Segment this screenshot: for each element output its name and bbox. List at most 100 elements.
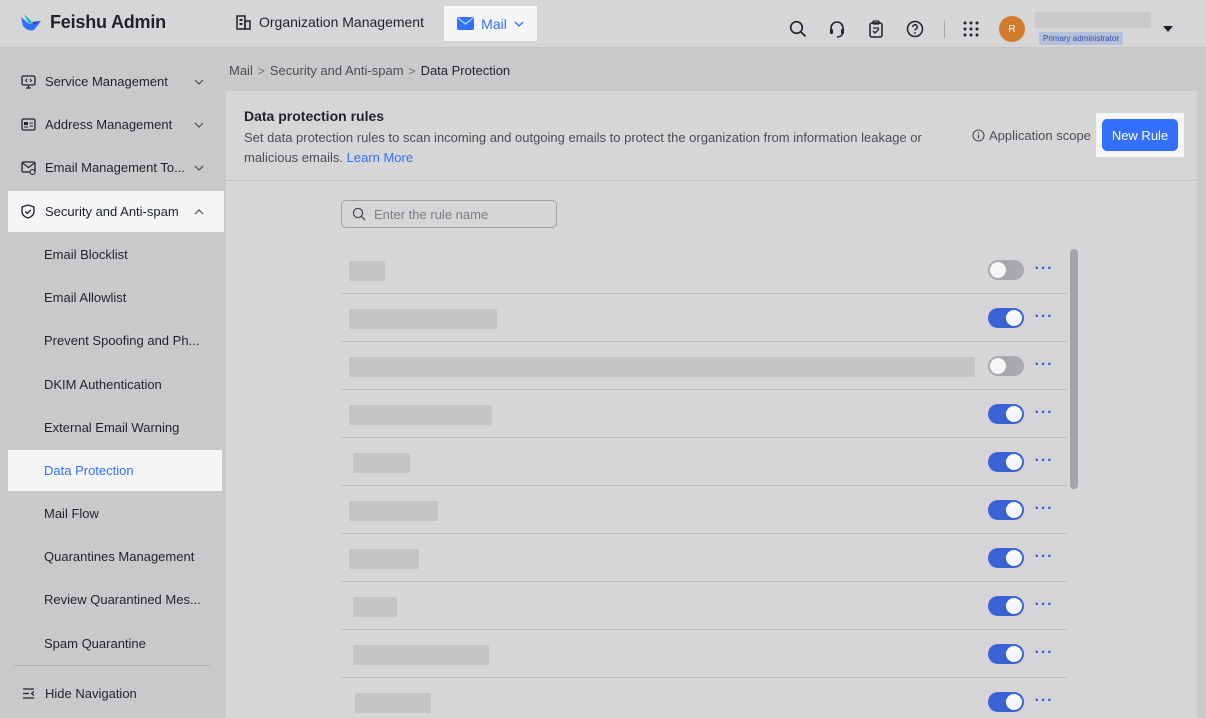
nav-mail-label: Mail <box>481 15 507 32</box>
mail-settings-icon <box>20 160 36 176</box>
feishu-logo-icon <box>21 13 41 30</box>
toolbar-divider <box>944 20 945 38</box>
top-toolbar: R Primary administrator <box>786 12 1173 46</box>
more-options-icon[interactable]: ··· <box>1034 355 1054 375</box>
sidebar-subitem-dkim-authentication[interactable]: DKIM Authentication <box>8 364 222 405</box>
rule-row[interactable]: ··· <box>341 342 1067 390</box>
main-panel: Data protection rules Set data protectio… <box>226 91 1197 718</box>
rule-row[interactable]: ··· <box>341 294 1067 342</box>
avatar[interactable]: R <box>999 16 1025 42</box>
logo-text: Feishu Admin <box>50 12 166 32</box>
more-options-icon[interactable]: ··· <box>1034 595 1054 615</box>
user-info[interactable]: Primary administrator <box>1035 12 1151 46</box>
breadcrumb-security[interactable]: Security and Anti-spam <box>270 63 404 78</box>
nav-organization-management[interactable]: Organization Management <box>236 14 424 30</box>
application-scope-link[interactable]: Application scope <box>972 128 1091 143</box>
breadcrumb-chevron-icon: > <box>408 63 416 78</box>
sidebar-subitem-review-quarantined[interactable]: Review Quarantined Mes... <box>8 579 222 620</box>
sidebar-item-address-management[interactable]: Address Management <box>8 104 224 145</box>
new-rule-highlight: New Rule <box>1096 113 1184 157</box>
rule-row[interactable]: ··· <box>341 630 1067 678</box>
search-input[interactable] <box>374 206 544 222</box>
rule-enable-toggle[interactable] <box>988 644 1024 664</box>
sidebar-subitem-quarantines-management[interactable]: Quarantines Management <box>8 536 222 577</box>
rule-row[interactable]: ··· <box>341 678 1067 718</box>
chevron-down-icon <box>192 79 206 85</box>
toggle-knob <box>1006 694 1022 710</box>
more-options-icon[interactable]: ··· <box>1034 259 1054 279</box>
more-options-icon[interactable]: ··· <box>1034 307 1054 327</box>
caret-down-icon[interactable] <box>1163 26 1173 32</box>
sidebar-item-service-management[interactable]: Service Management <box>8 61 224 102</box>
search-icon[interactable] <box>786 17 810 41</box>
rule-enable-toggle[interactable] <box>988 500 1024 520</box>
sidebar-subitem-email-blocklist[interactable]: Email Blocklist <box>8 234 222 275</box>
rule-enable-toggle[interactable] <box>988 308 1024 328</box>
breadcrumb: Mail > Security and Anti-spam > Data Pro… <box>229 63 510 78</box>
nav-mail[interactable]: Mail <box>444 6 537 41</box>
logo[interactable]: Feishu Admin <box>20 12 166 33</box>
clipboard-check-icon[interactable] <box>864 17 888 41</box>
rule-row[interactable]: ··· <box>341 486 1067 534</box>
panel-header: Data protection rules Set data protectio… <box>226 91 1197 181</box>
rule-row[interactable]: ··· <box>341 438 1067 486</box>
toggle-knob <box>990 358 1006 374</box>
rule-row[interactable]: ··· <box>341 246 1067 294</box>
scrollbar[interactable] <box>1070 249 1078 489</box>
more-options-icon[interactable]: ··· <box>1034 403 1054 423</box>
sidebar: Service Management Address Management Em… <box>0 49 226 718</box>
more-options-icon[interactable]: ··· <box>1034 547 1054 567</box>
building-icon <box>236 14 251 30</box>
sidebar-divider <box>14 665 210 666</box>
more-options-icon[interactable]: ··· <box>1034 451 1054 471</box>
rule-name-redacted <box>349 405 492 425</box>
rule-enable-toggle[interactable] <box>988 548 1024 568</box>
rule-enable-toggle[interactable] <box>988 356 1024 376</box>
more-options-icon[interactable]: ··· <box>1034 499 1054 519</box>
rule-name-redacted <box>349 357 975 377</box>
rule-name-redacted <box>349 549 419 569</box>
rule-enable-toggle[interactable] <box>988 452 1024 472</box>
rule-enable-toggle[interactable] <box>988 692 1024 712</box>
learn-more-link[interactable]: Learn More <box>347 150 413 165</box>
rule-name-redacted <box>349 309 497 329</box>
hide-navigation-button[interactable]: Hide Navigation <box>8 673 224 714</box>
chevron-down-icon <box>192 122 206 128</box>
chevron-up-icon <box>192 208 206 215</box>
breadcrumb-current: Data Protection <box>420 63 511 78</box>
collapse-nav-icon <box>20 686 36 702</box>
sidebar-subitem-prevent-spoofing[interactable]: Prevent Spoofing and Ph... <box>8 320 222 361</box>
app-grid-icon[interactable] <box>959 17 983 41</box>
rule-name-redacted <box>353 645 489 665</box>
sidebar-subitem-data-protection[interactable]: Data Protection <box>8 450 222 491</box>
rule-row[interactable]: ··· <box>341 582 1067 630</box>
sidebar-item-email-management-tools[interactable]: Email Management To... <box>8 147 224 188</box>
rule-row[interactable]: ··· <box>341 390 1067 438</box>
new-rule-button[interactable]: New Rule <box>1102 119 1178 151</box>
help-icon[interactable] <box>903 17 927 41</box>
page-title: Data protection rules <box>244 108 385 124</box>
info-icon <box>972 129 985 142</box>
rule-name-redacted <box>349 501 438 521</box>
headset-icon[interactable] <box>825 17 849 41</box>
sidebar-subitem-external-email-warning[interactable]: External Email Warning <box>8 407 222 448</box>
monitor-code-icon <box>20 74 36 90</box>
more-options-icon[interactable]: ··· <box>1034 643 1054 663</box>
rule-row[interactable]: ··· <box>341 534 1067 582</box>
sidebar-item-security-anti-spam[interactable]: Security and Anti-spam <box>8 191 224 232</box>
sidebar-subitem-spam-quarantine[interactable]: Spam Quarantine <box>8 623 222 664</box>
rule-enable-toggle[interactable] <box>988 404 1024 424</box>
sidebar-subitem-email-allowlist[interactable]: Email Allowlist <box>8 277 222 318</box>
rule-enable-toggle[interactable] <box>988 260 1024 280</box>
toggle-knob <box>1006 598 1022 614</box>
more-options-icon[interactable]: ··· <box>1034 691 1054 711</box>
user-name-redacted <box>1035 12 1151 28</box>
rule-name-redacted <box>355 693 431 713</box>
breadcrumb-mail[interactable]: Mail <box>229 63 253 78</box>
rule-name-redacted <box>349 261 385 281</box>
rule-search[interactable] <box>341 200 557 228</box>
sidebar-subitem-mail-flow[interactable]: Mail Flow <box>8 493 222 534</box>
toggle-knob <box>1006 406 1022 422</box>
breadcrumb-chevron-icon: > <box>257 63 265 78</box>
rule-enable-toggle[interactable] <box>988 596 1024 616</box>
